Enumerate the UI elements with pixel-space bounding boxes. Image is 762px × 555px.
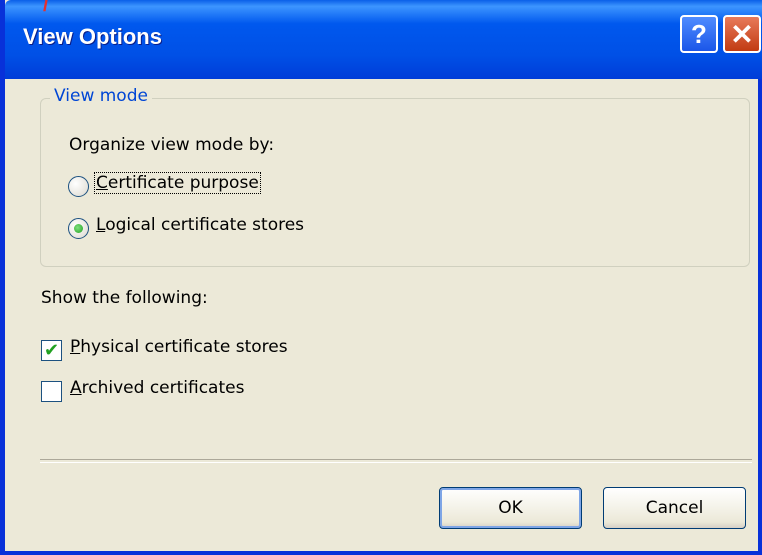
- button-separator: [40, 459, 752, 463]
- organize-prompt: Organize view mode by:: [69, 135, 275, 155]
- view-options-dialog: / View Options ? ✕ View mode Organize vi…: [0, 0, 762, 555]
- cancel-button[interactable]: Cancel: [603, 487, 746, 529]
- checkbox-archived-certificates-label[interactable]: Archived certificates: [70, 378, 244, 398]
- dialog-content: View mode Organize view mode by: Certifi…: [5, 79, 762, 555]
- window-title: View Options: [23, 24, 162, 49]
- ok-button[interactable]: OK: [439, 487, 582, 529]
- show-heading: Show the following:: [41, 288, 208, 308]
- view-mode-legend: View mode: [50, 86, 152, 106]
- radio-certificate-purpose-label[interactable]: Certificate purpose: [94, 172, 261, 194]
- radio-selected-dot: [74, 224, 83, 233]
- close-button[interactable]: ✕: [723, 15, 761, 53]
- title-bar[interactable]: / View Options ? ✕: [5, 0, 762, 79]
- help-button[interactable]: ?: [680, 15, 718, 53]
- checkbox-unchecked-icon[interactable]: [41, 381, 62, 402]
- help-icon: ?: [691, 18, 707, 49]
- checkbox-checked-icon[interactable]: ✔: [41, 340, 62, 361]
- radio-button-selected-icon[interactable]: [68, 218, 89, 239]
- checkbox-physical-stores-label[interactable]: Physical certificate stores: [70, 337, 288, 357]
- background-brand-fragment: /: [43, 0, 49, 16]
- radio-button-icon[interactable]: [68, 176, 89, 197]
- close-icon: ✕: [730, 18, 754, 50]
- radio-logical-stores-label[interactable]: Logical certificate stores: [96, 215, 304, 235]
